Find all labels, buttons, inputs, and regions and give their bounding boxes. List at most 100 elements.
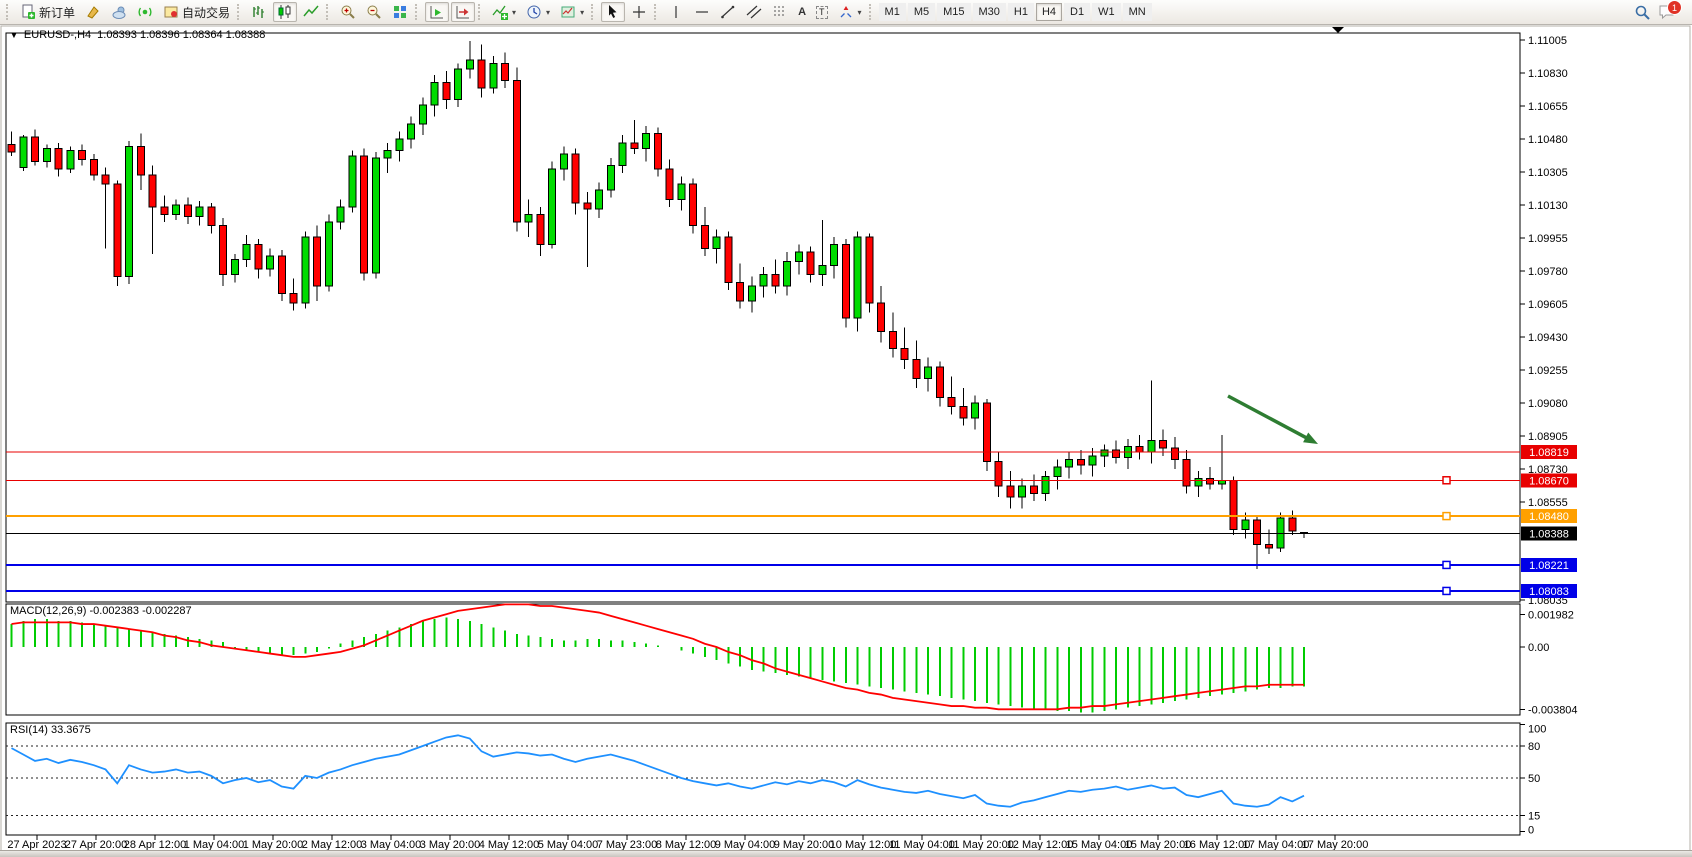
- bar-chart-icon: [251, 4, 267, 20]
- templates-button[interactable]: ▾: [556, 2, 588, 22]
- toolbar-grip: [415, 4, 420, 20]
- svg-text:1.08083: 1.08083: [1529, 586, 1569, 598]
- svg-text:15: 15: [1528, 810, 1540, 822]
- toolbar-group-timeframes: M1 M5 M15 M30 H1 H4 D1 W1 MN: [867, 0, 1153, 24]
- periods-button[interactable]: ▾: [522, 2, 554, 22]
- chart-title-ohlc: 1.08393 1.08396 1.08364 1.08388: [97, 29, 265, 41]
- svg-text:1.09430: 1.09430: [1528, 332, 1568, 344]
- arrows-shapes-icon: [838, 4, 854, 20]
- price-chart-canvas[interactable]: 1.110051.108301.106551.104801.103051.101…: [0, 0, 1692, 857]
- toolbar-group-objects: A T ▾: [652, 0, 866, 24]
- timeframe-m15-button[interactable]: M15: [937, 3, 970, 21]
- svg-text:1.08221: 1.08221: [1529, 560, 1569, 572]
- pane-frames: [1, 26, 1690, 851]
- highlight-button[interactable]: [81, 2, 105, 22]
- tile-windows-icon: [392, 4, 408, 20]
- equidistant-channel-icon: [746, 4, 762, 20]
- svg-text:1.09255: 1.09255: [1528, 365, 1568, 377]
- hline-drag-handle[interactable]: [1443, 561, 1450, 568]
- shapes-tool-button[interactable]: ▾: [834, 2, 866, 22]
- svg-text:1.09605: 1.09605: [1528, 299, 1568, 311]
- toolbar-grip: [237, 4, 242, 20]
- zoom-in-button[interactable]: [336, 2, 360, 22]
- hline-drag-handle[interactable]: [1443, 477, 1450, 484]
- svg-text:1.08905: 1.08905: [1528, 431, 1568, 443]
- toolbar: 新订单 自动交易: [0, 0, 1692, 25]
- signals-button[interactable]: [133, 2, 157, 22]
- chart-title-symbol: EURUSD-,H4: [24, 29, 91, 41]
- timeframe-m1-button[interactable]: M1: [879, 3, 906, 21]
- chart-shift-button[interactable]: [451, 2, 475, 22]
- line-chart-button[interactable]: [299, 2, 323, 22]
- cursor-tool-button[interactable]: [601, 2, 625, 22]
- horizontal-line-tool-button[interactable]: [690, 2, 714, 22]
- horizontal-line-icon: [694, 4, 710, 20]
- text-label-tool-button[interactable]: T: [812, 2, 832, 22]
- equidistant-channel-tool-button[interactable]: [742, 2, 766, 22]
- timeframe-d1-button[interactable]: D1: [1064, 3, 1090, 21]
- community-button[interactable]: [107, 2, 131, 22]
- zoom-out-icon: [366, 4, 382, 20]
- svg-text:0.00: 0.00: [1528, 642, 1549, 654]
- cloud-user-icon: [111, 4, 127, 20]
- toolbar-group-insert: ▾ ▾ ▾: [476, 0, 589, 24]
- chart-title-over​lay: ▼ EURUSD-,H4 1.08393 1.08396 1.08364 1.0…: [10, 29, 265, 41]
- timeframe-m30-button[interactable]: M30: [973, 3, 1006, 21]
- svg-text:80: 80: [1528, 741, 1540, 753]
- auto-scroll-icon: [429, 4, 445, 20]
- candlestick-chart-button[interactable]: [273, 2, 297, 22]
- indicators-button[interactable]: ▾: [488, 2, 520, 22]
- trendline-icon: [720, 4, 736, 20]
- highlighter-icon: [85, 4, 101, 20]
- auto-scroll-button[interactable]: [425, 2, 449, 22]
- dropdown-caret-icon: ▾: [546, 8, 550, 17]
- dropdown-caret-icon: ▾: [512, 8, 516, 17]
- vertical-line-tool-button[interactable]: [664, 2, 688, 22]
- timeframe-mn-button[interactable]: MN: [1123, 3, 1152, 21]
- crosshair-tool-button[interactable]: [627, 2, 651, 22]
- svg-text:1.10480: 1.10480: [1528, 134, 1568, 146]
- zoom-in-icon: [340, 4, 356, 20]
- cursor-arrow-icon: [605, 4, 621, 20]
- text-tool-button[interactable]: A: [794, 2, 810, 22]
- fibonacci-tool-button[interactable]: [768, 2, 792, 22]
- signal-icon: [137, 4, 153, 20]
- toolbar-group-trade: 新订单 自动交易: [4, 0, 235, 24]
- hline-drag-handle[interactable]: [1443, 587, 1450, 594]
- chart-shift-marker[interactable]: [1332, 27, 1344, 33]
- vertical-line-icon: [668, 4, 684, 20]
- timeframe-m5-button[interactable]: M5: [908, 3, 935, 21]
- notification-badge: 1: [1667, 0, 1682, 15]
- tile-windows-button[interactable]: [388, 2, 412, 22]
- svg-text:1.08480: 1.08480: [1529, 511, 1569, 523]
- text-tool-icon: A: [798, 4, 806, 20]
- timeframe-h4-button[interactable]: H4: [1036, 3, 1062, 21]
- bar-chart-button[interactable]: [247, 2, 271, 22]
- search-icon[interactable]: [1634, 4, 1650, 20]
- template-icon: [560, 4, 576, 20]
- svg-text:RSI(14) 33.3675: RSI(14) 33.3675: [10, 724, 91, 736]
- toolbar-group-zoom: [324, 0, 413, 24]
- zoom-out-button[interactable]: [362, 2, 386, 22]
- new-order-button[interactable]: 新订单: [16, 2, 79, 22]
- text-label-icon: T: [816, 6, 828, 19]
- svg-text:1.10305: 1.10305: [1528, 167, 1568, 179]
- timeframe-w1-button[interactable]: W1: [1092, 3, 1121, 21]
- new-order-label: 新订单: [39, 4, 75, 21]
- indicators-icon: [492, 4, 508, 20]
- hline-drag-handle[interactable]: [1443, 513, 1450, 520]
- trendline-tool-button[interactable]: [716, 2, 740, 22]
- svg-text:1.11005: 1.11005: [1528, 35, 1567, 47]
- chart-shift-icon: [455, 4, 471, 20]
- toolbar-grip: [591, 4, 596, 20]
- window-bottom-edge: [0, 850, 1692, 857]
- svg-text:0.001982: 0.001982: [1528, 609, 1574, 621]
- fibonacci-icon: [772, 4, 788, 20]
- chart-expander-icon[interactable]: ▼: [10, 31, 18, 40]
- candlestick-chart-icon: [277, 4, 293, 20]
- timeframe-h1-button[interactable]: H1: [1008, 3, 1034, 21]
- svg-text:1.10655: 1.10655: [1528, 101, 1568, 113]
- autotrading-button[interactable]: 自动交易: [159, 2, 234, 22]
- notifications-button[interactable]: 1: [1658, 4, 1676, 20]
- svg-text:MACD(12,26,9) -0.002383 -0.002: MACD(12,26,9) -0.002383 -0.002287: [10, 605, 192, 617]
